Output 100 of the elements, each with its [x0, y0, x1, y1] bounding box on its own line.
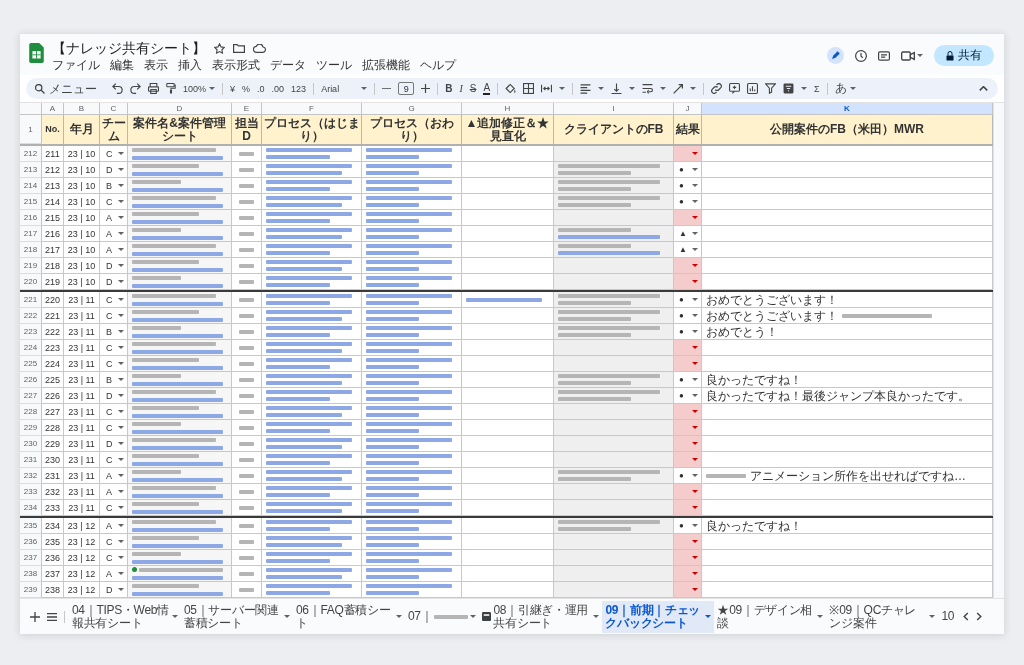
paint-bucket-icon[interactable] — [505, 83, 517, 94]
dropdown-cell[interactable] — [674, 452, 702, 468]
blurred-link[interactable] — [266, 502, 352, 506]
blurred-link[interactable] — [366, 171, 419, 175]
row-number[interactable]: 231 — [20, 452, 42, 468]
blurred-link[interactable] — [366, 493, 419, 497]
merge-cells-icon[interactable] — [541, 84, 553, 93]
blurred-link[interactable] — [558, 251, 661, 255]
strikethrough-button[interactable]: S — [469, 82, 477, 95]
blurred-link[interactable] — [132, 251, 224, 256]
blurred-link[interactable] — [266, 509, 343, 513]
blurred-link[interactable] — [366, 413, 419, 417]
dropdown-cell[interactable] — [674, 146, 702, 162]
folder-icon[interactable] — [233, 43, 245, 53]
dropdown-cell[interactable] — [674, 274, 702, 290]
borders-icon[interactable] — [523, 83, 535, 94]
blurred-link[interactable] — [366, 148, 452, 152]
dropdown-cell[interactable]: ● — [674, 372, 702, 388]
blurred-link[interactable] — [266, 317, 343, 321]
blurred-link[interactable] — [366, 502, 452, 506]
blurred-link[interactable] — [366, 180, 452, 184]
blurred-link[interactable] — [366, 552, 452, 556]
blurred-link[interactable] — [366, 260, 452, 264]
search-field[interactable]: メニュー — [31, 80, 105, 97]
blurred-link[interactable] — [466, 297, 543, 302]
menu-item[interactable]: ツール — [316, 58, 352, 73]
menu-icon[interactable] — [47, 612, 57, 621]
sheet-tab[interactable]: ★09｜デザイン相談 — [714, 600, 827, 633]
sheet-tab[interactable]: 05｜サーバー関連蓄積シート — [181, 600, 293, 633]
blurred-link[interactable] — [366, 477, 419, 481]
blurred-link[interactable] — [366, 244, 452, 248]
blurred-link[interactable] — [266, 212, 352, 216]
blurred-link[interactable] — [266, 520, 352, 524]
diagonal-arrow-icon[interactable] — [673, 83, 684, 94]
chevron-left-icon[interactable] — [963, 612, 970, 621]
blurred-link[interactable] — [366, 267, 419, 271]
blurred-link[interactable] — [266, 536, 352, 540]
increase-decimal-button[interactable]: .00 — [271, 82, 285, 95]
undo-icon[interactable] — [112, 83, 123, 94]
blurred-link[interactable] — [132, 267, 224, 272]
dropdown-cell[interactable] — [674, 582, 702, 598]
blurred-link[interactable] — [132, 381, 224, 386]
blurred-link[interactable] — [266, 203, 343, 207]
blurred-link[interactable] — [366, 454, 452, 458]
column-header[interactable]: K — [702, 103, 993, 115]
blurred-link[interactable] — [366, 301, 419, 305]
blurred-link[interactable] — [266, 584, 352, 588]
blurred-link[interactable] — [366, 527, 419, 531]
chevron-right-icon[interactable] — [976, 612, 983, 621]
blurred-link[interactable] — [266, 493, 330, 497]
paint-roller-icon[interactable] — [166, 83, 176, 94]
blurred-link[interactable] — [132, 187, 224, 192]
blurred-link[interactable] — [266, 591, 330, 595]
blurred-link[interactable] — [266, 244, 352, 248]
blurred-link[interactable] — [266, 349, 343, 353]
blurred-link[interactable] — [266, 559, 330, 563]
blurred-link[interactable] — [366, 591, 419, 595]
blurred-link[interactable] — [266, 429, 330, 433]
blurred-link[interactable] — [366, 445, 419, 449]
blurred-link[interactable] — [366, 349, 419, 353]
blurred-link[interactable] — [266, 276, 352, 280]
blurred-link[interactable] — [266, 397, 330, 401]
sheet-tab[interactable]: 07｜ — [405, 600, 480, 633]
blurred-link[interactable] — [132, 283, 224, 288]
blurred-link[interactable] — [266, 260, 352, 264]
blurred-link[interactable] — [366, 235, 419, 239]
blurred-link[interactable] — [366, 575, 419, 579]
sheet-tab[interactable]: 04｜TIPS・Web情報共有シート — [69, 600, 181, 633]
blurred-link[interactable] — [366, 187, 419, 191]
blurred-link[interactable] — [366, 381, 419, 385]
row-number[interactable]: 238 — [20, 566, 42, 582]
blurred-link[interactable] — [366, 509, 419, 513]
dropdown-cell[interactable]: ▲ — [674, 226, 702, 242]
star-icon[interactable] — [214, 42, 225, 54]
row-number[interactable]: 235 — [20, 518, 42, 534]
blurred-link[interactable] — [132, 509, 224, 514]
blurred-link[interactable] — [132, 413, 224, 418]
blurred-link[interactable] — [366, 228, 452, 232]
comment-icon[interactable] — [878, 50, 890, 61]
plus-icon[interactable] — [421, 84, 431, 93]
blurred-link[interactable] — [132, 477, 224, 482]
blurred-link[interactable] — [366, 155, 419, 159]
blurred-link[interactable] — [132, 461, 224, 466]
sheet-tab[interactable]: ※09｜QCチャレンジ案件 — [826, 600, 939, 633]
sheet-tab[interactable]: 06｜FAQ蓄積シート — [293, 600, 405, 633]
blurred-link[interactable] — [266, 251, 330, 255]
blurred-link[interactable] — [366, 374, 452, 378]
row-number[interactable]: 233 — [20, 484, 42, 500]
blurred-link[interactable] — [266, 413, 343, 417]
blurred-link[interactable] — [366, 251, 419, 255]
blurred-link[interactable] — [132, 203, 224, 208]
row-number[interactable]: 234 — [20, 500, 42, 516]
blurred-link[interactable] — [366, 461, 419, 465]
menu-item[interactable]: ファイル — [52, 58, 100, 73]
blurred-link[interactable] — [266, 294, 352, 298]
functions-button[interactable]: Σ — [814, 82, 820, 95]
blurred-link[interactable] — [558, 235, 661, 239]
caret-icon[interactable] — [801, 87, 808, 90]
blurred-link[interactable] — [266, 187, 330, 191]
blurred-link[interactable] — [266, 365, 330, 369]
